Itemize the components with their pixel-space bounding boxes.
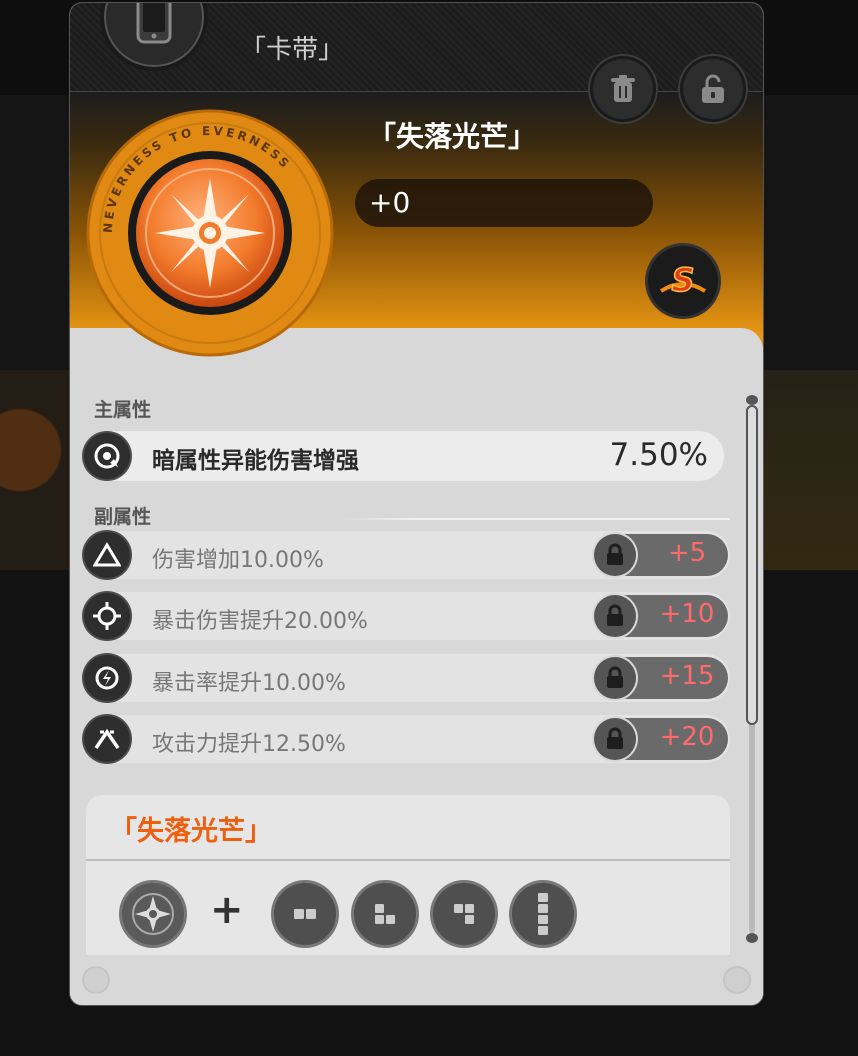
disc-artwork: NEVERNESS TO EVERNESS bbox=[86, 109, 334, 357]
rank-badge: S bbox=[648, 246, 718, 316]
set-bonus-card: 「失落光芒」 + bbox=[86, 795, 730, 955]
divider bbox=[340, 518, 730, 520]
sub-attr-row: 暴击率提升10.00% +15 bbox=[84, 654, 730, 702]
sub-attr-name: 暴击率提升10.00% bbox=[152, 671, 346, 696]
upgrade-value: +15 bbox=[659, 661, 715, 691]
domino-4-icon[interactable] bbox=[512, 883, 574, 945]
crit-rate-icon bbox=[84, 655, 130, 701]
domino-3-alt-icon[interactable] bbox=[433, 883, 495, 945]
plus-sign: + bbox=[210, 887, 244, 933]
corner-dot bbox=[723, 966, 751, 994]
set-bonus-divider bbox=[86, 859, 730, 861]
page-title: 「卡带」 bbox=[240, 35, 345, 65]
rank-letter: S bbox=[671, 261, 694, 299]
set-bonus-title: 「失落光芒」 bbox=[110, 816, 272, 847]
lock-toggle-button[interactable] bbox=[683, 59, 743, 119]
upgrade-value: +10 bbox=[659, 599, 715, 629]
sub-attr-name: 暴击伤害提升20.00% bbox=[152, 609, 368, 634]
sun-emblem-icon[interactable] bbox=[122, 883, 184, 945]
trash-icon bbox=[611, 75, 635, 102]
sub-attr-upgrade[interactable]: +20 bbox=[594, 718, 728, 760]
sub-attr-upgrade[interactable]: +15 bbox=[594, 657, 728, 699]
scroll-down-arrow[interactable] bbox=[746, 933, 758, 943]
scrollbar[interactable] bbox=[746, 395, 758, 943]
sub-attr-row: 暴击伤害提升20.00% +10 bbox=[84, 592, 730, 640]
upgrade-value: +5 bbox=[667, 538, 707, 568]
sub-attr-label: 副属性 bbox=[94, 506, 152, 528]
main-attr-label: 主属性 bbox=[94, 399, 152, 421]
scroll-up-arrow[interactable] bbox=[746, 395, 758, 405]
background-item-left bbox=[0, 370, 70, 570]
main-attr-value: 7.50% bbox=[609, 437, 708, 473]
background-item-right bbox=[762, 370, 858, 570]
corner-dot bbox=[82, 966, 110, 994]
dark-element-icon bbox=[84, 433, 130, 479]
unlocked-padlock-icon bbox=[702, 74, 724, 103]
sub-attr-name: 攻击力提升12.50% bbox=[152, 732, 346, 757]
delete-button[interactable] bbox=[593, 59, 653, 119]
sub-attr-upgrade[interactable]: +10 bbox=[594, 595, 728, 637]
padlock-icon bbox=[594, 534, 636, 576]
attack-icon bbox=[84, 716, 130, 762]
rank-s-icon: S bbox=[659, 261, 707, 300]
upgrade-value: +20 bbox=[659, 722, 715, 752]
domino-3-icon[interactable] bbox=[354, 883, 416, 945]
sub-attr-row: 伤害增加10.00% +5 bbox=[84, 531, 730, 579]
sub-attr-upgrade[interactable]: +5 bbox=[594, 534, 728, 576]
main-attr-name: 暗属性异能伤害增强 bbox=[152, 448, 359, 474]
scroll-thumb[interactable] bbox=[746, 405, 758, 725]
disc-level: +0 bbox=[355, 179, 653, 227]
sub-attr-row: 攻击力提升12.50% +20 bbox=[84, 715, 730, 763]
disc-detail-panel: 「卡带」 NEVERNESS TO EVERNESS 「失落光芒」 +0 S 主… bbox=[70, 3, 763, 1005]
domino-2-icon[interactable] bbox=[274, 883, 336, 945]
triangle-icon bbox=[84, 532, 130, 578]
main-attr-row: 暗属性异能伤害增强 7.50% bbox=[84, 431, 724, 481]
crosshair-icon bbox=[84, 593, 130, 639]
padlock-icon bbox=[594, 718, 636, 760]
padlock-icon bbox=[594, 657, 636, 699]
padlock-icon bbox=[594, 595, 636, 637]
disc-name: 「失落光芒」 bbox=[368, 120, 537, 153]
sub-attr-name: 伤害增加10.00% bbox=[152, 548, 324, 573]
